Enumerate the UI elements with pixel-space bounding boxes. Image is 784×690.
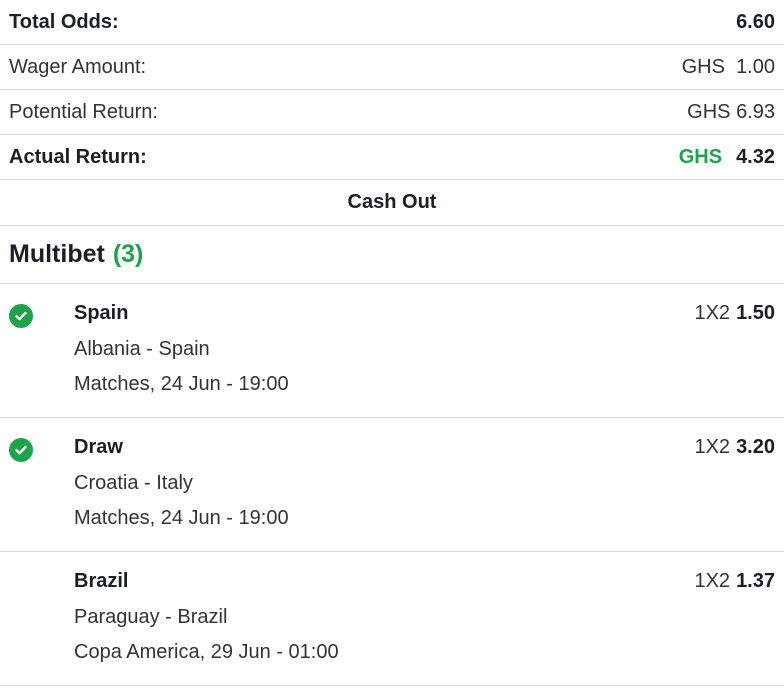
cash-out-button[interactable]: Cash Out — [0, 180, 784, 226]
total-odds-label: Total Odds: — [9, 10, 119, 33]
actual-return-label: Actual Return: — [9, 145, 147, 168]
potential-return-value: GHS 6.93 — [687, 100, 775, 123]
bet-market: 1X2 3.20 — [694, 436, 775, 459]
check-circle-icon — [9, 438, 33, 462]
bet-item: Brazil Paraguay - Brazil Copa America, 2… — [0, 552, 784, 686]
potential-return-label: Potential Return: — [9, 100, 158, 123]
wager-value: 1.00 — [736, 55, 775, 78]
bet-meta: Matches, 24 Jun - 19:00 — [74, 507, 289, 529]
total-odds-value: 6.60 — [736, 10, 775, 33]
actual-return-value: GHS 4.32 — [679, 146, 775, 169]
multibet-header: Multibet (3) — [0, 226, 784, 284]
wager-amount-value: GHS 1.00 — [682, 56, 775, 79]
bet-event: Paraguay - Brazil — [74, 606, 228, 628]
bet-selection: Draw — [74, 436, 123, 458]
bet-market-type: 1X2 — [694, 570, 731, 592]
wager-currency: GHS — [681, 55, 725, 78]
wager-amount-row: Wager Amount: GHS 1.00 — [0, 45, 784, 90]
bet-selection: Spain — [74, 302, 129, 324]
bet-meta: Matches, 24 Jun - 19:00 — [74, 373, 289, 395]
actual-value: 4.32 — [736, 145, 775, 168]
bet-selection: Brazil — [74, 570, 129, 592]
bet-market-type: 1X2 — [694, 436, 731, 458]
check-circle-icon — [9, 304, 33, 328]
bet-summary: Total Odds: 6.60 Wager Amount: GHS 1.00 … — [0, 0, 784, 180]
bet-list: Spain Albania - Spain Matches, 24 Jun - … — [0, 284, 784, 686]
bet-odds: 1.37 — [736, 570, 775, 592]
wager-amount-label: Wager Amount: — [9, 55, 147, 78]
bet-market: 1X2 1.37 — [694, 570, 775, 593]
potential-return-row: Potential Return: GHS 6.93 — [0, 90, 784, 135]
actual-currency: GHS — [678, 145, 723, 168]
bet-market-type: 1X2 — [694, 302, 731, 324]
bet-item: Draw Croatia - Italy Matches, 24 Jun - 1… — [0, 418, 784, 552]
bet-item: Spain Albania - Spain Matches, 24 Jun - … — [0, 284, 784, 418]
bet-odds: 3.20 — [736, 436, 775, 458]
total-odds-row: Total Odds: 6.60 — [0, 0, 784, 45]
bet-market: 1X2 1.50 — [694, 302, 775, 325]
multibet-count: (3) — [112, 240, 144, 268]
bet-meta: Copa America, 29 Jun - 01:00 — [74, 641, 339, 663]
actual-return-row: Actual Return: GHS 4.32 — [0, 135, 784, 180]
bet-event: Albania - Spain — [74, 338, 210, 360]
bet-event: Croatia - Italy — [74, 472, 193, 494]
bet-odds: 1.50 — [736, 302, 775, 324]
multibet-title: Multibet — [9, 240, 105, 268]
